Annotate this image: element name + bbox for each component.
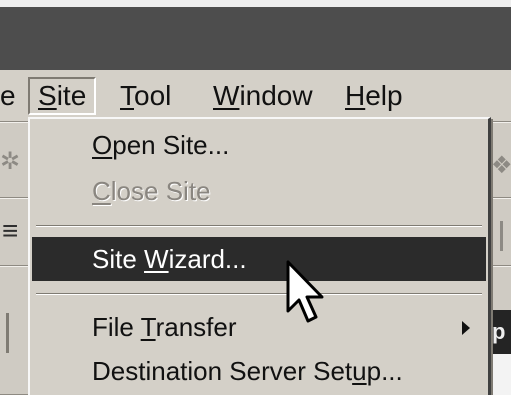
menu-item-site-wizard[interactable]: Site Wizard... <box>32 237 486 281</box>
menu-separator <box>36 293 482 295</box>
menu-item-destination-server-setup[interactable]: Destination Server Setup... <box>32 349 486 393</box>
title-bar <box>0 0 511 70</box>
menu-item-close-site: Close Site <box>92 176 211 206</box>
menu-site-rest: ite <box>56 80 87 111</box>
site-menu-dropdown: Open Site... Close Site Site Wizard... F… <box>28 117 491 395</box>
menu-site-mnemonic: S <box>38 80 57 111</box>
toolbar-ghost-icon-right: ❖ <box>491 152 511 179</box>
menu-separator <box>36 225 482 227</box>
menu-bar: e Site Tool Window Help <box>0 70 511 122</box>
toolbar-ghost-icon: ✲ <box>0 148 21 175</box>
menu-item-open-site[interactable]: Open Site... <box>32 123 486 167</box>
menu-tool-rest: ool <box>134 80 172 111</box>
toolbar-divider <box>500 221 503 251</box>
mouse-pointer-icon <box>286 260 324 323</box>
app-window: e Site Tool Window Help ✲ ❖ ≡ p Open Sit… <box>0 0 511 395</box>
menu-help-rest: elp <box>365 80 403 111</box>
menu-window[interactable]: Window <box>205 77 321 115</box>
menu-tool-mnemonic: T <box>120 80 134 111</box>
panel-divider <box>6 313 9 353</box>
menu-window-mnemonic: W <box>213 80 240 111</box>
menu-tool[interactable]: Tool <box>112 77 179 115</box>
menu-item-partial[interactable]: e <box>0 77 24 115</box>
right-panel-header[interactable]: p <box>488 310 511 354</box>
menu-window-rest: indow <box>239 80 313 111</box>
menu-item-file-transfer[interactable]: File Transfer <box>32 305 486 349</box>
toolbar-grip-icon: ≡ <box>2 215 19 246</box>
right-panel-body <box>488 354 511 395</box>
menu-help[interactable]: Help <box>337 77 411 115</box>
submenu-arrow-icon <box>462 321 470 335</box>
menu-site[interactable]: Site <box>28 77 97 115</box>
menu-help-mnemonic: H <box>345 80 366 111</box>
